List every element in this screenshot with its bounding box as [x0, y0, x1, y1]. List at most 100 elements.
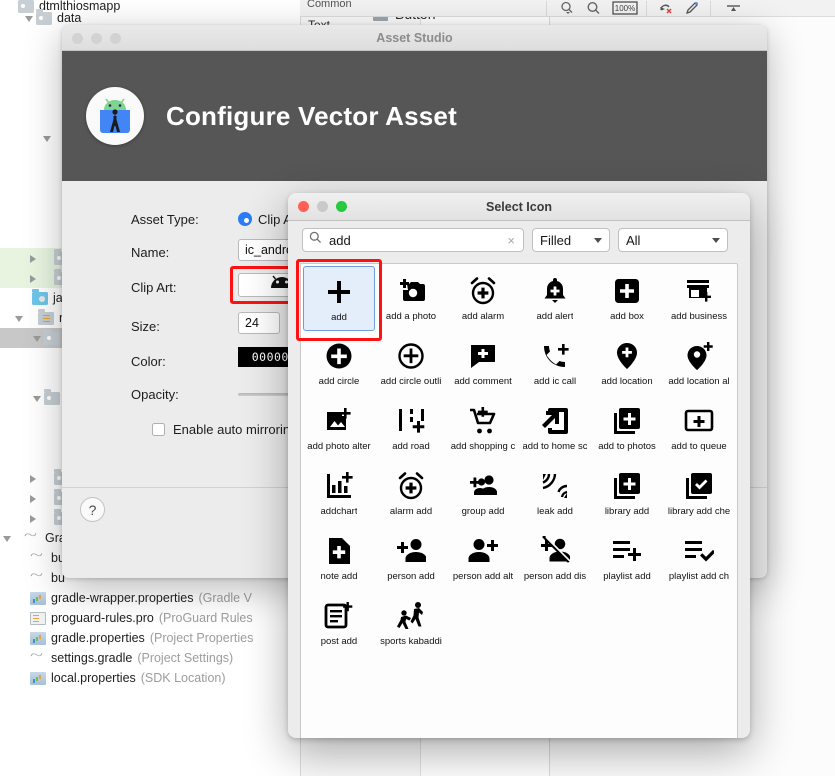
chevron-down-icon[interactable] — [2, 528, 14, 548]
icon-cell-leak-add[interactable]: leak add — [519, 461, 591, 526]
tree-row[interactable]: gradle-wrapper.properties (Gradle V — [0, 588, 252, 608]
search-icon[interactable] — [560, 1, 575, 15]
chevron-down-icon[interactable] — [32, 328, 44, 348]
icon-grid-container[interactable]: add add a photo add alarm add alert add box a… — [300, 263, 738, 738]
opacity-label: Opacity: — [131, 386, 179, 402]
tree-row[interactable]: settings.gradle (Project Settings) — [0, 648, 233, 668]
add-road-icon — [393, 403, 429, 439]
add-to-queue-icon — [681, 403, 717, 439]
icon-cell-add-to-home-screen[interactable]: add to home sc — [519, 396, 591, 461]
asset-studio-header: Configure Vector Asset — [62, 51, 767, 181]
icon-cell-person-add[interactable]: person add — [375, 526, 447, 591]
style-filter-value: Filled — [540, 232, 572, 248]
add-circle-outline-icon — [393, 338, 429, 374]
icon-caption: add a photo — [385, 311, 437, 322]
tree-row[interactable] — [0, 128, 54, 148]
tree-row[interactable]: ja — [0, 288, 63, 308]
icon-cell-alarm-add[interactable]: alarm add — [375, 461, 447, 526]
icon-cell-add-shopping-cart[interactable]: add shopping c — [447, 396, 519, 461]
icon-cell-add-photo-alternate[interactable]: add photo alter — [303, 396, 375, 461]
tree-row[interactable]: re — [0, 308, 70, 328]
icon-cell-add-circle-outline[interactable]: add circle outli — [375, 331, 447, 396]
icon-cell-person-add-alt[interactable]: person add alt — [447, 526, 519, 591]
chevron-right-icon[interactable] — [28, 488, 40, 508]
icon-cell-add[interactable]: add — [303, 266, 375, 331]
icon-cell-add-to-photos[interactable]: add to photos — [591, 396, 663, 461]
clip-art-label: Clip Art: — [131, 279, 177, 295]
icon-cell-add-circle[interactable]: add circle — [303, 331, 375, 396]
tree-item-label: local.properties — [51, 671, 136, 685]
zoom-out-icon[interactable] — [586, 1, 601, 15]
category-filter-dropdown[interactable]: All — [618, 228, 728, 252]
icon-cell-add-alert[interactable]: add alert — [519, 266, 591, 331]
search-input[interactable]: add × — [302, 228, 524, 252]
icon-caption: person add — [387, 571, 435, 582]
icon-cell-add-ic-call[interactable]: add ic call — [519, 331, 591, 396]
icon-cell-library-add[interactable]: library add — [591, 461, 663, 526]
search-input-value[interactable]: add — [329, 233, 507, 248]
add-circle-icon — [321, 338, 357, 374]
document-file-icon — [30, 611, 46, 625]
tree-row[interactable]: local.properties (SDK Location) — [0, 668, 226, 688]
select-icon-filter-bar: add × Filled All — [288, 221, 750, 259]
icon-cell-add-to-queue[interactable]: add to queue — [663, 396, 735, 461]
palette-tab-common[interactable]: Common — [307, 0, 352, 10]
category-filter-value: All — [626, 232, 641, 248]
icon-caption: add circle outli — [380, 376, 442, 387]
person-add-disabled-icon — [537, 533, 573, 569]
icon-caption: library add — [604, 506, 650, 517]
icon-cell-add-location[interactable]: add location — [591, 331, 663, 396]
tree-row[interactable]: bu — [0, 548, 65, 568]
folder-icon — [44, 328, 60, 345]
icon-cell-note-add[interactable]: note add — [303, 526, 375, 591]
chevron-right-icon[interactable] — [28, 508, 40, 528]
properties-file-icon — [30, 631, 46, 645]
chevron-right-icon[interactable] — [28, 248, 40, 268]
screen: Text Button Common 100% — [0, 0, 835, 776]
icon-cell-add-road[interactable]: add road — [375, 396, 447, 461]
style-filter-dropdown[interactable]: Filled — [532, 228, 610, 252]
icon-cell-post-add[interactable]: post add — [303, 591, 375, 656]
gradle-icon — [30, 572, 46, 584]
group-add-icon — [465, 468, 501, 504]
icon-caption: add to home sc — [522, 441, 588, 452]
tree-row[interactable] — [0, 388, 65, 408]
radio-clip-art-icon[interactable] — [238, 212, 252, 226]
align-icon[interactable] — [726, 1, 741, 15]
icon-cell-add-a-photo[interactable]: add a photo — [375, 266, 447, 331]
select-icon-titlebar[interactable]: Select Icon — [288, 193, 750, 221]
color-label: Color: — [131, 353, 166, 369]
chevron-down-icon[interactable] — [42, 128, 54, 148]
icon-cell-playlist-add-check[interactable]: playlist add ch — [663, 526, 735, 591]
zoom-fit-icon[interactable]: 100% — [612, 1, 638, 15]
chevron-down-icon[interactable] — [24, 8, 36, 28]
size-width-input[interactable]: 24 — [238, 312, 280, 334]
eyedropper-icon[interactable] — [684, 1, 699, 15]
undo-error-icon[interactable] — [658, 1, 673, 15]
icon-cell-group-add[interactable]: group add — [447, 461, 519, 526]
icon-cell-add-alarm[interactable]: add alarm — [447, 266, 519, 331]
icon-cell-playlist-add[interactable]: playlist add — [591, 526, 663, 591]
tree-row[interactable]: gradle.properties (Project Properties — [0, 628, 253, 648]
icon-cell-add-business[interactable]: add business — [663, 266, 735, 331]
icon-cell-add-comment[interactable]: add comment — [447, 331, 519, 396]
asset-studio-titlebar[interactable]: Asset Studio — [62, 25, 767, 51]
chevron-down-icon[interactable] — [32, 388, 44, 408]
tree-item-sublabel: (Project Settings) — [137, 651, 234, 665]
icon-cell-addchart[interactable]: addchart — [303, 461, 375, 526]
icon-cell-add-box[interactable]: add box — [591, 266, 663, 331]
clear-search-icon[interactable]: × — [507, 233, 515, 248]
tree-row[interactable]: proguard-rules.pro (ProGuard Rules — [0, 608, 253, 628]
auto-mirroring-checkbox[interactable] — [152, 422, 165, 436]
icon-caption: add box — [610, 311, 644, 322]
chevron-down-icon[interactable] — [14, 308, 26, 328]
chevron-right-icon[interactable] — [28, 468, 40, 488]
icon-cell-person-add-disabled[interactable]: person add dis — [519, 526, 591, 591]
icon-cell-sports-kabaddi[interactable]: sports kabaddi — [375, 591, 447, 656]
tree-row[interactable]: bu — [0, 568, 65, 588]
properties-file-icon — [30, 591, 46, 605]
help-button[interactable]: ? — [80, 497, 105, 522]
icon-cell-library-add-check[interactable]: library add che — [663, 461, 735, 526]
icon-cell-add-location-alt[interactable]: add location al — [663, 331, 735, 396]
chevron-right-icon[interactable] — [28, 268, 40, 288]
